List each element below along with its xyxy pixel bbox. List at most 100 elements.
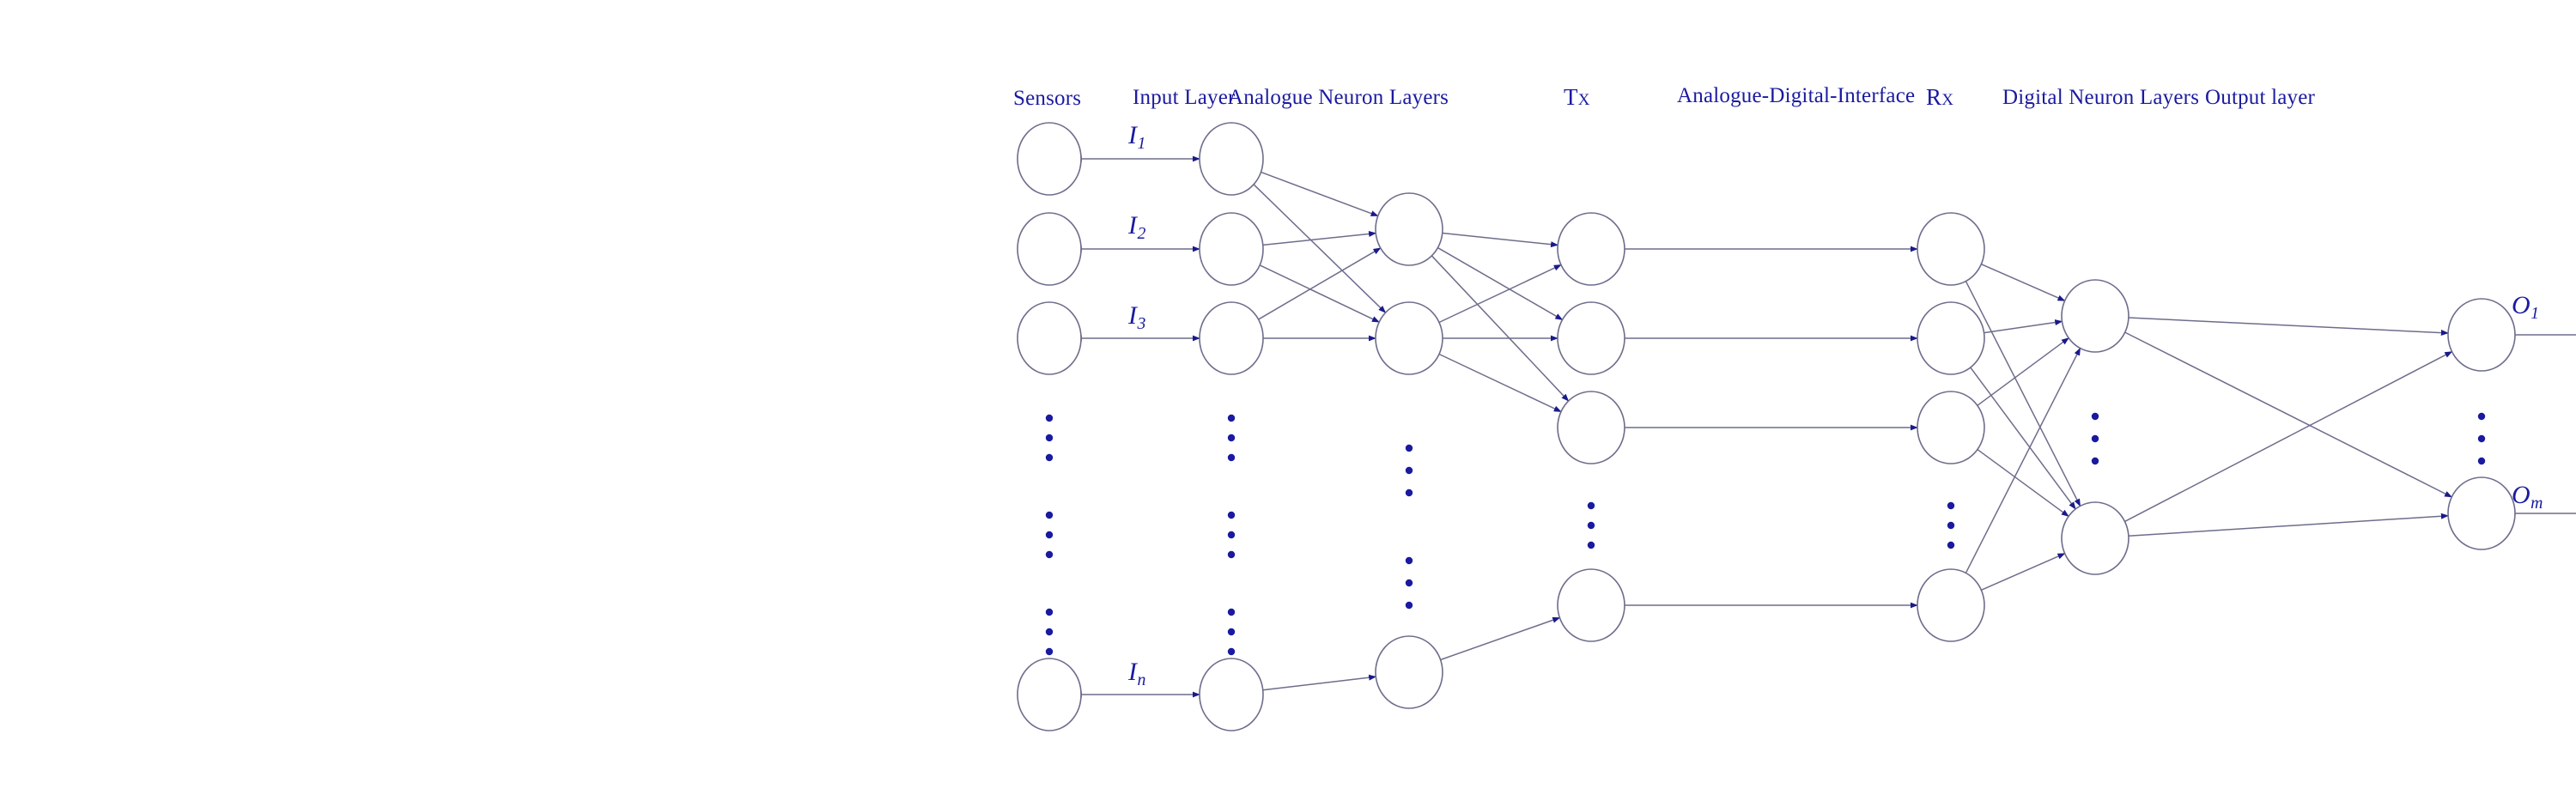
neuron-s3[interactable]	[1017, 301, 1082, 375]
neuron-r1[interactable]	[1917, 212, 1985, 286]
signal-label-subscript: 1	[1137, 134, 1146, 154]
ellipsis-dot-output-0-1	[2477, 434, 2486, 443]
neuron-r2[interactable]	[1917, 301, 1985, 375]
ellipsis-dot-input-0-0	[1227, 414, 1236, 422]
signal-label-subscript: 3	[1137, 314, 1146, 334]
ellipsis-dot-input-1-0	[1227, 511, 1236, 519]
neuron-a1[interactable]	[1375, 192, 1443, 266]
neuron-t2[interactable]	[1557, 301, 1625, 375]
ellipsis-dot-digital-0-0	[2091, 412, 2099, 421]
ellipsis-dot-analogue-1-0	[1405, 556, 1413, 565]
signal-label-base: I	[1128, 301, 1137, 330]
ellipsis-dots-group	[1045, 412, 2486, 656]
edge-r3-to-d1	[1977, 337, 2069, 406]
edge-rn-to-dn	[1981, 553, 2066, 591]
edges-group	[1073, 155, 2576, 698]
neuron-an[interactable]	[1375, 635, 1443, 709]
signal-label-subscript: 2	[1137, 224, 1146, 244]
neuron-s1[interactable]	[1017, 122, 1082, 196]
edge-i2-to-a2	[1259, 264, 1380, 323]
neuron-r3[interactable]	[1917, 391, 1985, 464]
edge-dn-to-o1	[2124, 350, 2453, 523]
ellipsis-dot-rx-0-2	[1947, 541, 1955, 549]
ellipsis-dot-analogue-1-1	[1405, 579, 1413, 587]
ellipsis-dot-rx-0-0	[1947, 501, 1955, 510]
neuron-i2[interactable]	[1199, 212, 1264, 286]
neuron-sn[interactable]	[1017, 658, 1082, 731]
signal-label-Om: Om	[2512, 482, 2543, 513]
neuron-t1[interactable]	[1557, 212, 1625, 286]
edge-i2-to-a1	[1262, 231, 1377, 246]
signal-label-I3: I3	[1128, 303, 1145, 333]
ellipsis-dot-tx-0-1	[1587, 521, 1595, 530]
column-label-adi: Analogue-Digital-Interface	[1677, 84, 1916, 107]
ellipsis-dot-sensors-0-0	[1045, 414, 1054, 422]
signal-label-I1: I1	[1128, 123, 1145, 153]
ellipsis-dot-tx-0-2	[1587, 541, 1595, 549]
signal-label-subscript: 1	[2530, 304, 2540, 324]
ellipsis-dot-input-2-0	[1227, 608, 1236, 616]
ellipsis-dot-tx-0-0	[1587, 501, 1595, 510]
neuron-rn[interactable]	[1917, 568, 1985, 642]
signal-label-base: O	[2512, 481, 2530, 509]
column-label-digital-layers: Digital Neuron Layers	[2002, 86, 2200, 109]
ellipsis-dot-sensors-0-2	[1045, 453, 1054, 462]
ellipsis-dot-analogue-0-1	[1405, 466, 1413, 475]
neuron-i3[interactable]	[1199, 301, 1264, 375]
ellipsis-dot-sensors-2-1	[1045, 628, 1054, 636]
edge-r1-to-d1	[1981, 264, 2066, 301]
ellipsis-dot-digital-0-2	[2091, 457, 2099, 465]
neuron-dn[interactable]	[2061, 501, 2129, 575]
ellipsis-dot-output-0-0	[2477, 412, 2486, 421]
network-graph-canvas	[1017, 122, 2576, 731]
column-label-rx: Rx	[1926, 84, 1954, 110]
edge-in-to-an	[1262, 674, 1377, 691]
edge-a1-to-t2	[1437, 246, 1564, 321]
neuron-in[interactable]	[1199, 658, 1264, 731]
edge-a1-to-t1	[1442, 232, 1559, 248]
neuron-t3[interactable]	[1557, 391, 1625, 464]
ellipsis-dot-input-0-2	[1227, 453, 1236, 462]
signal-label-base: I	[1128, 211, 1137, 240]
ellipsis-dot-sensors-1-1	[1045, 531, 1054, 539]
edge-a2-to-t1	[1438, 264, 1562, 324]
neuron-a2[interactable]	[1375, 301, 1443, 375]
nodes-group	[1017, 122, 2516, 731]
edge-dn-to-om	[2128, 513, 2449, 537]
edge-r2-to-d1	[1984, 319, 2063, 334]
ellipsis-dot-sensors-1-0	[1045, 511, 1054, 519]
signal-label-base: O	[2512, 291, 2530, 319]
edge-a1-to-t3	[1431, 255, 1570, 402]
edge-d1-to-om	[2124, 331, 2452, 498]
column-label-input-layer: Input Layer	[1133, 86, 1236, 109]
neuron-s2[interactable]	[1017, 212, 1082, 286]
signal-label-base: I	[1128, 121, 1137, 149]
neuron-d1[interactable]	[2061, 279, 2129, 353]
neuron-om[interactable]	[2447, 476, 2516, 550]
ellipsis-dot-input-0-1	[1227, 434, 1236, 442]
signal-label-In: In	[1128, 659, 1145, 689]
ellipsis-dot-input-2-1	[1227, 628, 1236, 636]
column-label-analogue-layers: Analogue Neuron Layers	[1228, 86, 1449, 109]
neuron-i1[interactable]	[1199, 122, 1264, 196]
ellipsis-dot-input-1-1	[1227, 531, 1236, 539]
edge-i3-to-a1	[1258, 247, 1382, 320]
ellipsis-dot-analogue-1-2	[1405, 601, 1413, 610]
neuron-tn[interactable]	[1557, 568, 1625, 642]
ellipsis-dot-sensors-0-1	[1045, 434, 1054, 442]
column-label-sensors: Sensors	[1013, 87, 1082, 110]
neuron-o1[interactable]	[2447, 298, 2516, 372]
ellipsis-dot-sensors-2-0	[1045, 608, 1054, 616]
edge-an-to-tn	[1440, 616, 1561, 661]
signal-label-I2: I2	[1128, 213, 1145, 243]
ellipsis-dot-input-1-2	[1227, 550, 1236, 559]
ellipsis-dot-digital-0-1	[2091, 434, 2099, 443]
column-label-tx: Tx	[1564, 84, 1590, 110]
signal-label-base: I	[1128, 658, 1137, 686]
column-label-output-layer: Output layer	[2205, 86, 2316, 109]
ellipsis-dot-sensors-1-2	[1045, 550, 1054, 559]
signal-label-O1: O1	[2512, 293, 2539, 323]
ellipsis-dot-sensors-2-2	[1045, 647, 1054, 656]
signal-label-subscript: n	[1137, 671, 1146, 690]
ellipsis-dot-rx-0-1	[1947, 521, 1955, 530]
